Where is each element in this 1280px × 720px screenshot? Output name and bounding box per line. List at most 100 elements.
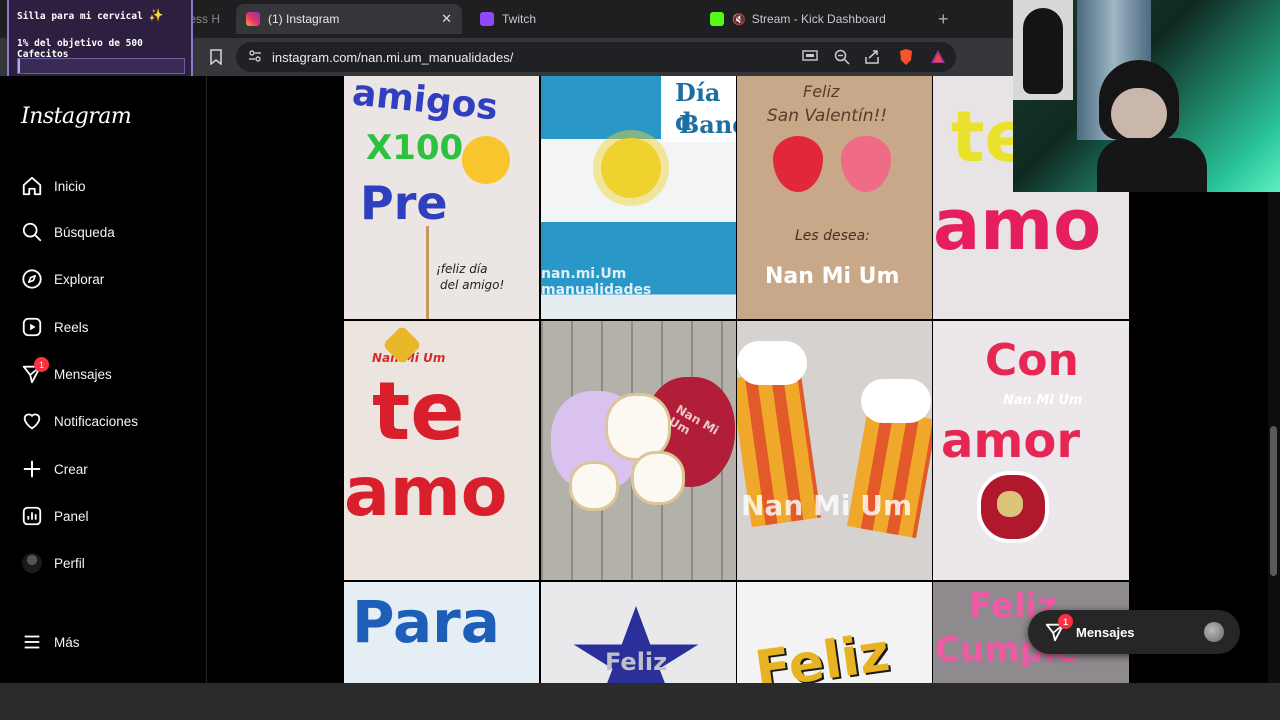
avatar-icon <box>20 551 44 575</box>
nav-label: Reels <box>54 319 89 335</box>
tab-twitch[interactable]: Twitch <box>470 4 690 34</box>
plus-icon <box>20 457 44 481</box>
post-tile[interactable]: Para <box>344 582 539 683</box>
instagram-favicon-icon <box>246 12 260 26</box>
avatar <box>1204 622 1224 642</box>
goal-title: Silla para mi cervical ✨ <box>17 8 164 22</box>
post-tile[interactable]: Nan Mi Um te amo <box>344 321 539 580</box>
webcam-overlay <box>1013 0 1280 192</box>
beer-foam-icon <box>861 379 931 423</box>
post-text: amo <box>933 184 1102 266</box>
brave-shield-icon[interactable] <box>898 48 914 69</box>
post-tile[interactable]: Con Nan Mi Um amor <box>933 321 1129 580</box>
address-bar[interactable]: instagram.com/nan.mi.um_manualidades/ <box>236 42 956 72</box>
post-text: Feliz <box>605 648 668 676</box>
tab-label: Stream - Kick Dashboard <box>751 12 886 26</box>
heart-decoration-icon <box>631 451 685 505</box>
nav-label: Más <box>54 634 80 650</box>
tab-instagram[interactable]: (1) Instagram ✕ <box>236 4 462 34</box>
post-text: nan.mi.Um manualidades <box>541 266 652 298</box>
post-text: te <box>372 365 465 458</box>
post-text: ¡feliz día <box>436 262 488 276</box>
nav-label: Panel <box>54 508 89 524</box>
nav-item-explorar[interactable]: Explorar <box>20 265 104 293</box>
notification-badge: 1 <box>34 357 49 372</box>
post-text: Feliz <box>803 82 840 101</box>
post-text: Band <box>679 110 736 139</box>
bookmark-icon[interactable] <box>206 47 226 67</box>
post-tile[interactable]: Feliz <box>541 582 736 683</box>
goal-progress-bar <box>17 58 185 74</box>
kick-favicon-icon <box>710 12 724 26</box>
post-text: Nan Mi Um <box>741 489 913 522</box>
muted-speaker-icon: 🔇 <box>732 13 746 26</box>
heart-icon <box>20 409 44 433</box>
nav-item-inicio[interactable]: Inicio <box>20 172 86 200</box>
zoom-icon[interactable] <box>834 49 850 68</box>
post-tile[interactable]: Día d Band nan.mi.Um manualidades <box>541 76 736 319</box>
post-text: amigos <box>350 76 500 129</box>
poster-figure <box>1023 8 1063 94</box>
nav-item-notificaciones[interactable]: Notificaciones <box>20 407 138 435</box>
cast-icon[interactable] <box>802 49 818 66</box>
nav-item-mas[interactable]: Más <box>20 628 80 656</box>
bottom-strip <box>0 683 1280 720</box>
nav-label: Mensajes <box>54 366 112 382</box>
post-text: del amigo! <box>440 278 505 292</box>
post-text: X100 <box>366 128 464 168</box>
nav-label: Explorar <box>54 271 105 287</box>
profile-post-grid: amigos X100 Pre ¡feliz día del amigo! Dí… <box>344 76 1129 683</box>
compass-icon <box>20 267 44 291</box>
post-tile[interactable]: Nan Mi Um <box>737 321 932 580</box>
post-tile[interactable]: Feliz <box>737 582 932 683</box>
tab-label: (1) Instagram <box>268 12 340 26</box>
post-tile[interactable]: Nan Mi Um <box>541 321 736 580</box>
nav-label: Crear <box>54 461 88 477</box>
nav-item-perfil[interactable]: Perfil <box>20 549 85 577</box>
post-tile[interactable]: amigos X100 Pre ¡feliz día del amigo! <box>344 76 539 319</box>
stream-goal-widget: Silla para mi cervical ✨ 1% del objetivo… <box>7 0 193 84</box>
twitch-favicon-icon <box>480 12 494 26</box>
goal-progress-fill <box>18 59 20 73</box>
nav-item-panel[interactable]: Panel <box>20 502 89 530</box>
goal-progress-text: 1% del objetivo de 500 Cafecitos <box>17 38 143 60</box>
tab-kick[interactable]: 🔇 Stream - Kick Dashboard <box>700 4 920 34</box>
messenger-icon: 1 <box>1044 614 1073 643</box>
nav-item-crear[interactable]: Crear <box>20 455 88 483</box>
messages-floating-button[interactable]: 1 Mensajes <box>1028 610 1240 654</box>
reels-icon <box>20 315 44 339</box>
brave-rewards-icon[interactable] <box>930 49 946 67</box>
nav-item-reels[interactable]: Reels <box>20 313 89 341</box>
url-text: instagram.com/nan.mi.um_manualidades/ <box>272 49 514 65</box>
nav-label: Búsqueda <box>54 224 115 240</box>
notification-badge: 1 <box>1058 614 1073 629</box>
instagram-logo[interactable]: Instagram <box>21 104 132 129</box>
close-tab-icon[interactable]: ✕ <box>441 11 452 27</box>
balloon-heart-icon <box>773 136 823 192</box>
sparkle-icon: ✨ <box>148 8 164 22</box>
search-icon <box>20 220 44 244</box>
post-text: Nan Mi Um <box>1003 393 1083 408</box>
nav-item-busqueda[interactable]: Búsqueda <box>20 218 115 246</box>
scrollbar-thumb[interactable] <box>1270 426 1277 576</box>
new-tab-button[interactable]: + <box>928 4 954 34</box>
nav-label: Inicio <box>54 178 86 194</box>
post-text: Feliz <box>751 622 894 683</box>
nav-item-mensajes[interactable]: 1 Mensajes <box>20 357 112 388</box>
post-tile[interactable]: Feliz San Valentín!! Les desea: Nan Mi U… <box>737 76 932 319</box>
nav-label: Perfil <box>54 555 85 571</box>
post-text: amo <box>344 453 508 532</box>
home-icon <box>20 174 44 198</box>
messenger-icon: 1 <box>20 357 49 386</box>
messages-label: Mensajes <box>1076 624 1135 640</box>
post-text: Pre <box>360 176 448 230</box>
tab-label: Twitch <box>502 12 537 26</box>
person-body <box>1097 138 1207 192</box>
post-text: Para <box>352 588 500 656</box>
chart-icon <box>20 504 44 528</box>
site-settings-icon[interactable] <box>248 49 262 66</box>
share-icon[interactable] <box>864 49 880 68</box>
post-text: Con <box>985 335 1079 386</box>
post-text: Les desea: <box>795 228 870 244</box>
sun-icon <box>601 138 661 198</box>
